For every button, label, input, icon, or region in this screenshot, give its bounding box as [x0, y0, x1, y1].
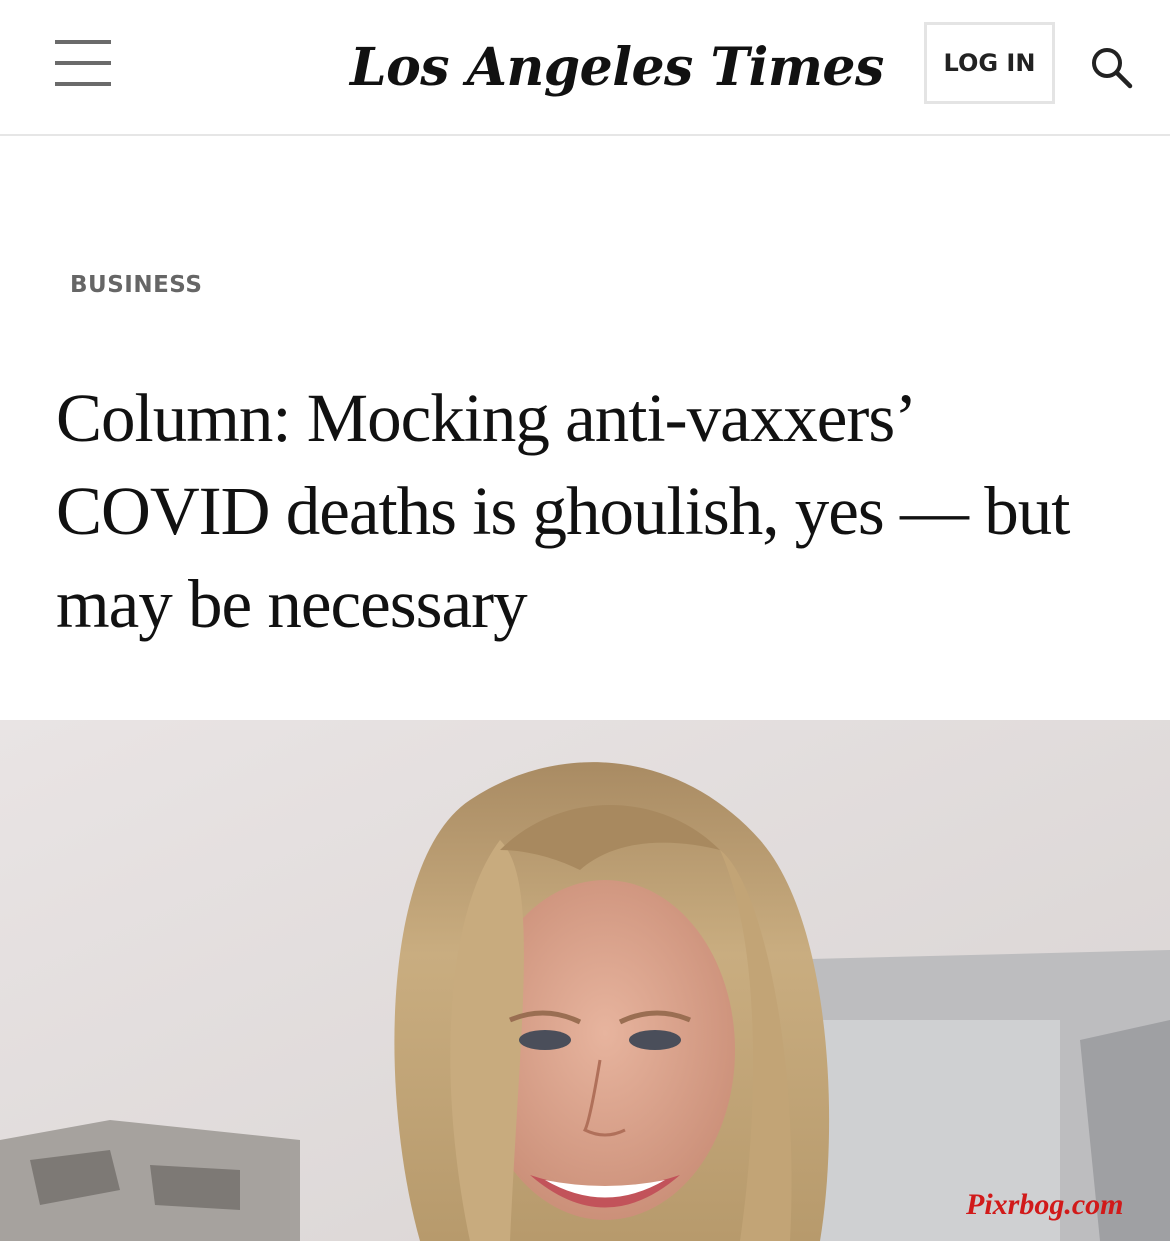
hamburger-menu-icon[interactable] [55, 40, 111, 86]
article-photo [0, 720, 1170, 1241]
menu-line [55, 40, 111, 44]
menu-line [55, 82, 111, 86]
watermark: Pixrbog.com [966, 1188, 1124, 1221]
menu-line [55, 61, 111, 65]
top-header: Los Angeles Times LOG IN [0, 0, 1170, 136]
site-logo[interactable]: Los Angeles Times [350, 28, 884, 108]
search-icon[interactable] [1088, 44, 1134, 90]
login-button[interactable]: LOG IN [924, 22, 1055, 104]
section-label[interactable]: BUSINESS [70, 272, 202, 298]
article-headline[interactable]: Column: Mocking anti-vaxxers’ COVID deat… [56, 372, 1116, 651]
